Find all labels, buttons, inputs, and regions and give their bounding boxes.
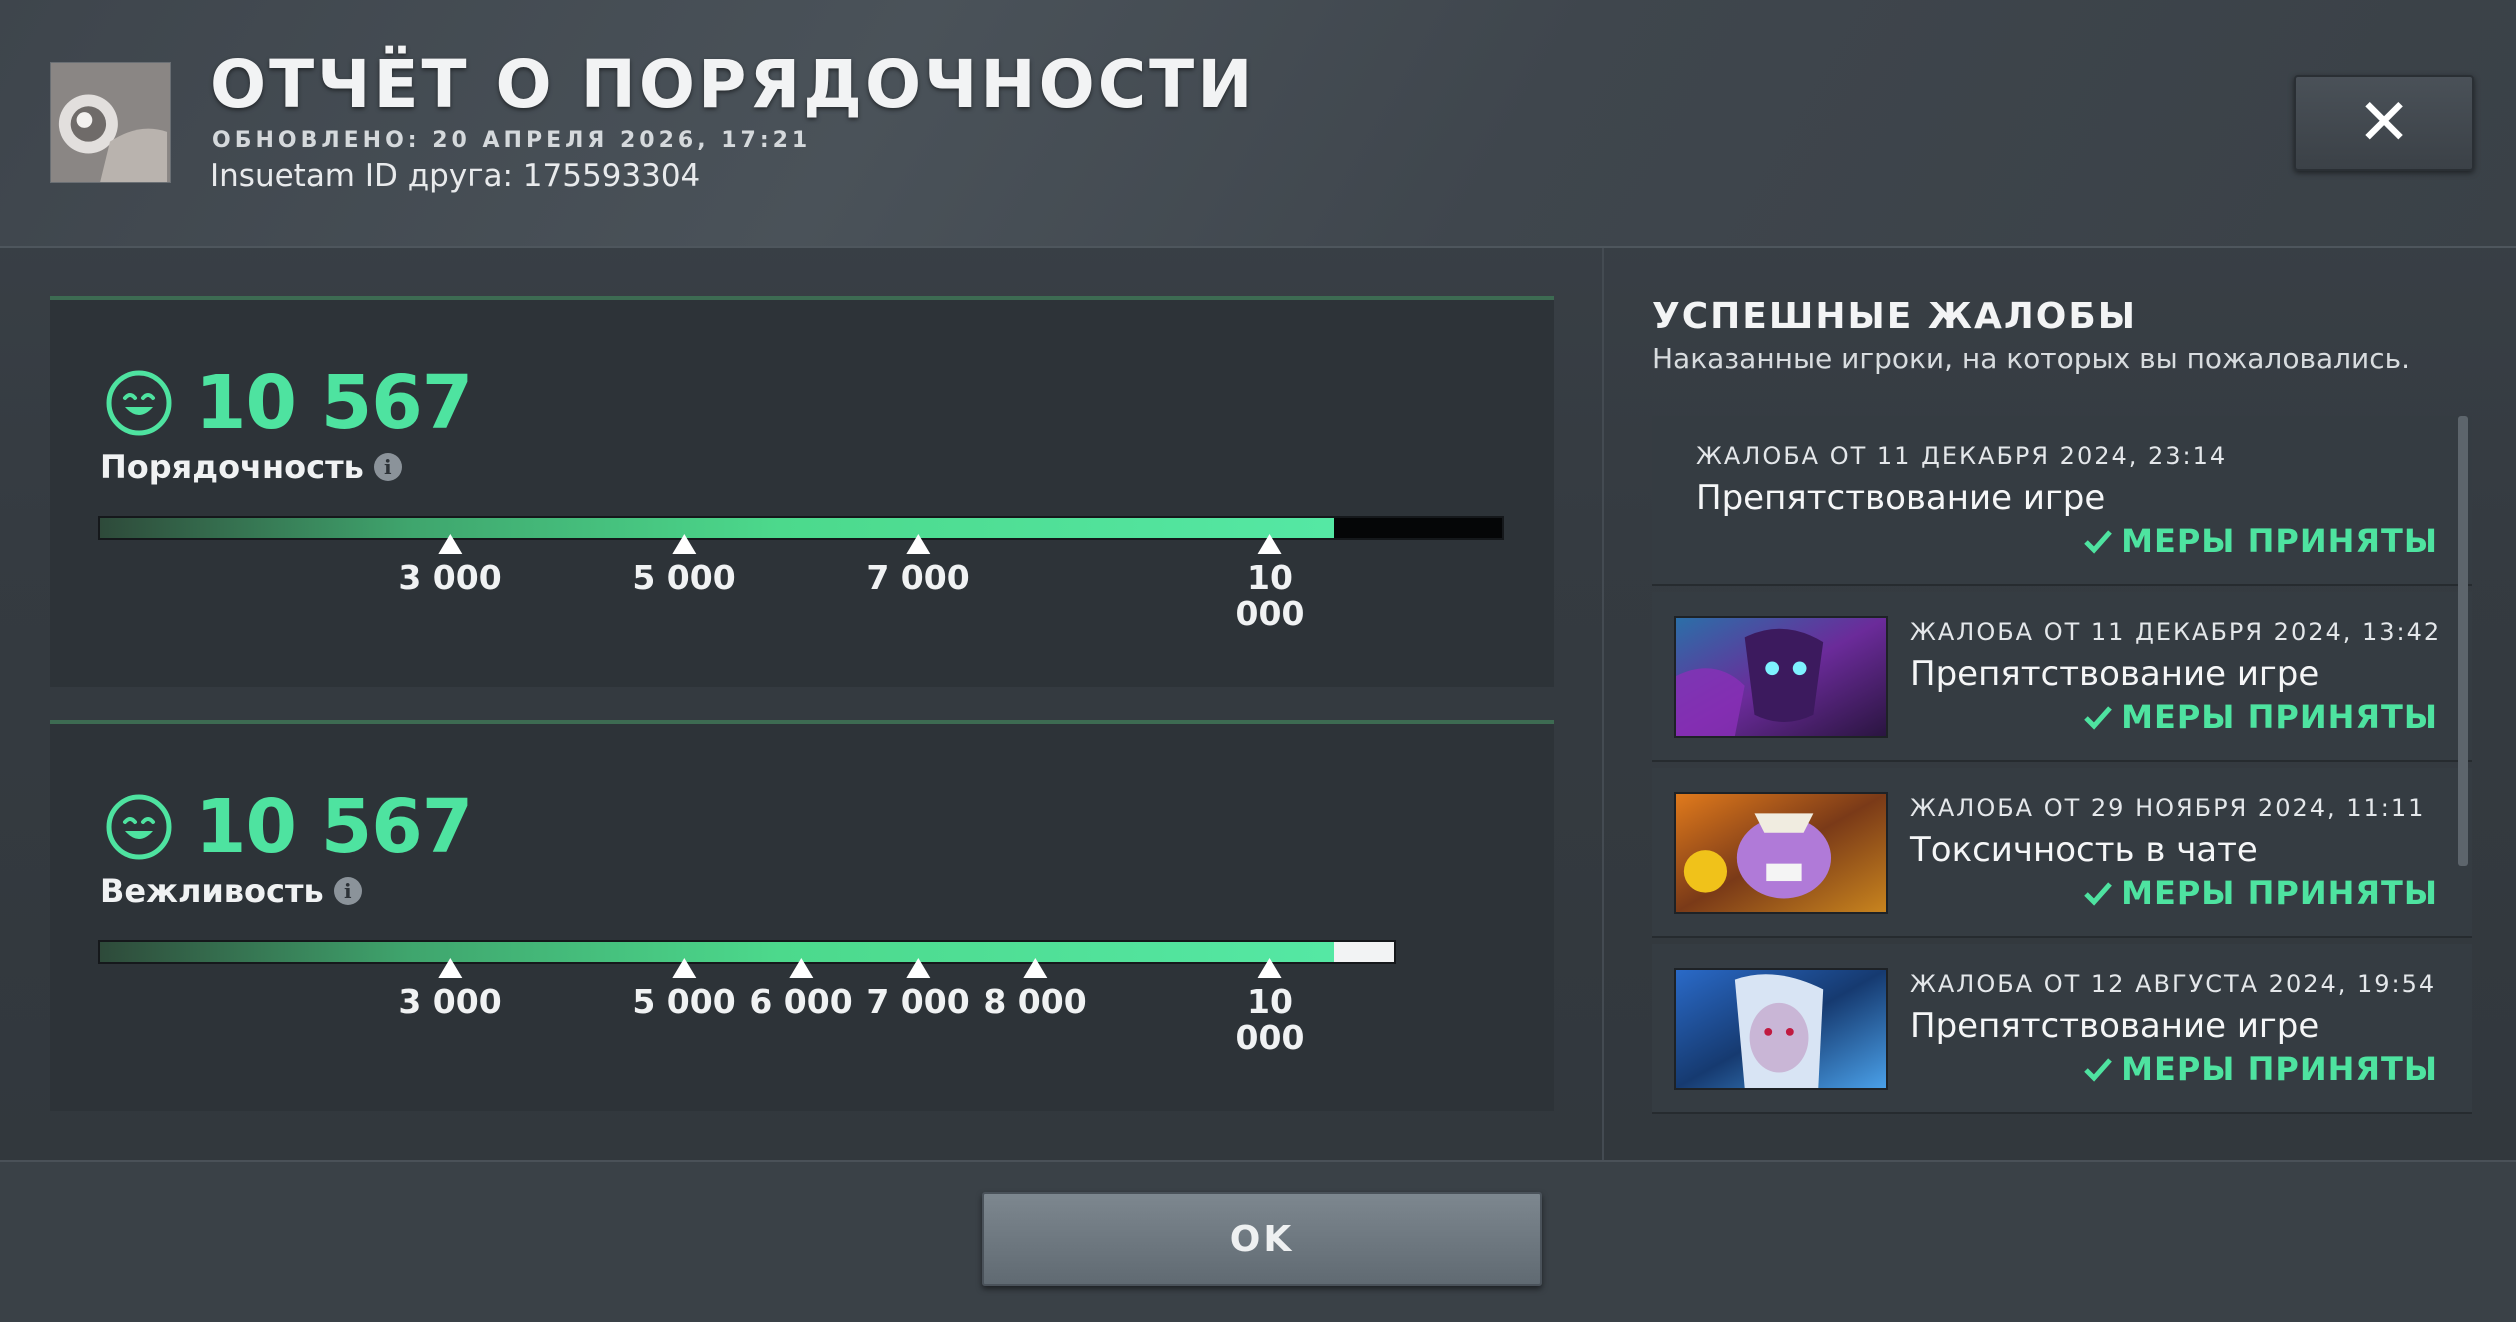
tick-label: 3 000 [398,982,502,1021]
tick-marker: 5 000 [632,534,736,597]
smile-icon [106,370,172,436]
score-row: 10 567 [105,784,473,870]
tick-label: 6 000 [749,982,853,1021]
report-status: МЕРЫ ПРИНЯТЫ [2083,698,2438,736]
reports-subtitle: Наказанные игроки, на которых вы пожалов… [1652,342,2411,375]
tick-label: 8 000 [983,982,1087,1021]
report-status: МЕРЫ ПРИНЯТЫ [2083,874,2438,912]
check-icon [2084,706,2112,730]
politeness-label: Вежливость [100,872,324,910]
hero-portrait-thumbnail [1674,968,1888,1090]
report-status-label: МЕРЫ ПРИНЯТЫ [2121,522,2438,560]
header: ОТЧЁТ О ПОРЯДОЧНОСТИ ОБНОВЛЕНО: 20 АПРЕЛ… [0,0,2516,248]
report-status-label: МЕРЫ ПРИНЯТЫ [2121,1050,2438,1088]
check-icon [2084,1058,2112,1082]
tick-marker: 3 000 [398,958,502,1021]
tick-label: 7 000 [866,982,970,1021]
politeness-progress-bar [98,940,1396,964]
reports-scrollbar[interactable] [2458,416,2468,866]
tick-label: 3 000 [398,558,502,597]
reports-title: УСПЕШНЫЕ ЖАЛОБЫ [1652,296,2138,337]
page-title: ОТЧЁТ О ПОРЯДОЧНОСТИ [210,46,1256,123]
check-icon [2084,530,2112,554]
avatar [50,62,171,183]
tick-marker: 5 000 [632,958,736,1021]
info-icon[interactable]: i [373,453,402,481]
report-item[interactable]: ЖАЛОБА ОТ 29 НОЯБРЯ 2024, 11:11 Токсично… [1652,768,2472,938]
conduct-score: 10 567 [195,360,473,446]
tick-marker: 7 000 [866,534,970,597]
conduct-label-row: Порядочность i [100,448,402,486]
tick-marker: 7 000 [866,958,970,1021]
score-row: 10 567 [105,360,473,446]
tick-marker: 6 000 [749,958,853,1021]
check-icon [2084,882,2112,906]
close-icon: ✕ [2357,86,2411,160]
report-reason: Препятствование игре [1696,478,2106,518]
report-item[interactable]: ЖАЛОБА ОТ 11 ДЕКАБРЯ 2024, 23:14 Препятс… [1652,416,2472,586]
report-item[interactable]: ЖАЛОБА ОТ 11 ДЕКАБРЯ 2024, 13:42 Препятс… [1652,592,2472,762]
tick-marker: 10 000 [1235,534,1305,633]
report-status-label: МЕРЫ ПРИНЯТЫ [2121,874,2438,912]
tick-label: 5 000 [632,558,736,597]
politeness-score: 10 567 [195,784,473,870]
updated-timestamp: ОБНОВЛЕНО: 20 АПРЕЛЯ 2026, 17:21 [212,128,812,153]
hero-portrait-thumbnail [1674,792,1888,914]
report-item[interactable]: ЖАЛОБА ОТ 12 АВГУСТА 2024, 19:54 Препятс… [1652,944,2472,1114]
tick-label: 5 000 [632,982,736,1021]
tick-marker: 8 000 [983,958,1087,1021]
report-date: ЖАЛОБА ОТ 12 АВГУСТА 2024, 19:54 [1910,970,2437,998]
report-status: МЕРЫ ПРИНЯТЫ [2083,522,2438,560]
report-reason: Токсичность в чате [1910,830,2258,870]
friend-id: Insuetam ID друга: 175593304 [210,158,701,194]
report-reason: Препятствование игре [1910,1006,2320,1046]
tick-label: 10 000 [1235,558,1305,633]
tick-marker: 3 000 [398,534,502,597]
ok-button[interactable]: OK [982,1192,1542,1286]
hero-portrait-thumbnail [1674,616,1888,738]
close-button[interactable]: ✕ [2294,75,2474,171]
metric-panel-politeness: 10 567 Вежливость i 3 000 5 000 6 000 7 … [50,720,1554,1111]
report-reason: Препятствование игре [1910,654,2320,694]
report-date: ЖАЛОБА ОТ 11 ДЕКАБРЯ 2024, 13:42 [1910,618,2442,646]
politeness-label-row: Вежливость i [100,872,362,910]
report-date: ЖАЛОБА ОТ 29 НОЯБРЯ 2024, 11:11 [1910,794,2426,822]
report-status-label: МЕРЫ ПРИНЯТЫ [2121,698,2438,736]
conduct-label: Порядочность [100,448,364,486]
reports-list[interactable]: ЖАЛОБА ОТ 11 ДЕКАБРЯ 2024, 23:14 Препятс… [1652,416,2472,1120]
tick-marker: 10 000 [1235,958,1305,1057]
info-icon[interactable]: i [333,877,362,905]
report-date: ЖАЛОБА ОТ 11 ДЕКАБРЯ 2024, 23:14 [1696,442,2228,470]
metric-panel-conduct: 10 567 Порядочность i 3 000 5 000 7 000 … [50,296,1554,687]
report-status: МЕРЫ ПРИНЯТЫ [2083,1050,2438,1088]
smile-icon [106,794,172,860]
column-divider [1602,248,1604,1160]
tick-label: 10 000 [1235,982,1305,1057]
tick-label: 7 000 [866,558,970,597]
